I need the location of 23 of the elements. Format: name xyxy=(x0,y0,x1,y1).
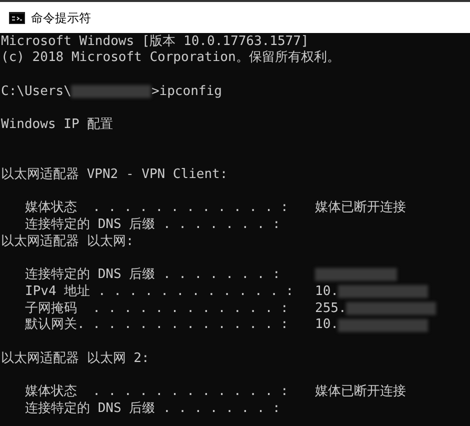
console-text: 连接特定的 DNS 后缀 . . . . . . . : xyxy=(25,216,282,234)
console-icon xyxy=(9,12,25,24)
console-text: 子网掩码 . . . . . . . . . . . . : xyxy=(25,300,290,317)
window-title: 命令提示符 xyxy=(31,10,91,26)
console-text: (c) 2018 Microsoft Corporation。保留所有权利。 xyxy=(1,49,340,68)
console-text: 10. xyxy=(315,316,338,334)
console-text: 媒体状态 . . . . . . . . . . . . : xyxy=(25,199,290,217)
console-text: Microsoft Windows [版本 10.0.17763.1577] xyxy=(1,33,309,50)
console-text: 默认网关. . . . . . . . . . . . . : xyxy=(25,316,290,334)
console-text: 10. xyxy=(315,282,338,301)
console-text: 以太网适配器 以太网 2: xyxy=(1,350,150,368)
console-text: 媒体状态 . . . . . . . . . . . . : xyxy=(25,383,290,401)
console-text: 媒体已断开连接 xyxy=(315,199,406,218)
console-text: 以太网适配器 以太网: xyxy=(1,232,134,251)
console-text: IPv4 地址 . . . . . . . . . . . . : xyxy=(25,282,295,301)
console-text: 连接特定的 DNS 后缀 . . . . . . . : xyxy=(25,400,282,418)
console-text: 255. xyxy=(315,300,346,318)
console-text: >ipconfig xyxy=(151,82,222,101)
console-text: Windows IP 配置 xyxy=(1,116,114,134)
console-text: C:\Users\ xyxy=(1,82,72,101)
console-text: 连接特定的 DNS 后缀 . . . . . . . : xyxy=(25,266,282,284)
console-text: 以太网适配器 VPN2 - VPN Client: xyxy=(1,166,228,184)
console-text: 媒体已断开连接 xyxy=(315,383,406,402)
